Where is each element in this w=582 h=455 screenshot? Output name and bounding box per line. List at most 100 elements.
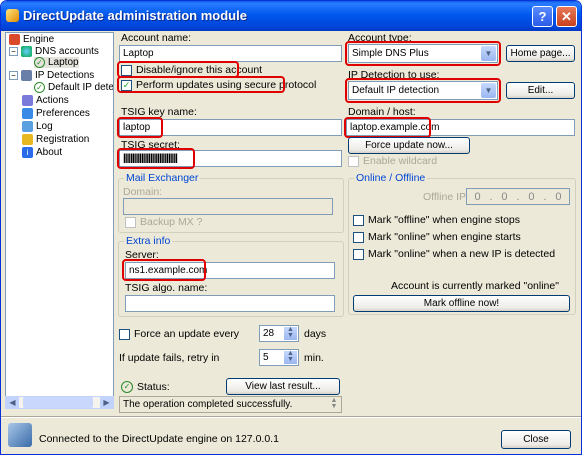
highlight-marker: [117, 76, 285, 93]
mail-domain-input[interactable]: [123, 198, 333, 215]
check-circle-icon: ✓: [34, 82, 45, 93]
scroll-thumb[interactable]: [23, 397, 93, 408]
title-bar[interactable]: DirectUpdate administration module ? ✕: [1, 1, 581, 31]
tree-item-default-ip[interactable]: ✓ Default IP dete: [34, 82, 114, 93]
highlight-marker: [345, 78, 501, 103]
checkbox-box[interactable]: [353, 248, 364, 260]
tree-label: Default IP dete: [48, 82, 114, 93]
spin-arrows-icon: ▲ ▼: [330, 397, 338, 410]
ip-octet: 0: [501, 191, 508, 203]
window-title: DirectUpdate administration module: [23, 8, 247, 23]
stepper-value: 28: [263, 328, 275, 339]
tree-label: Actions: [36, 95, 69, 106]
key-icon: [22, 134, 33, 145]
log-icon: [22, 121, 33, 132]
collapse-icon[interactable]: −: [9, 47, 18, 56]
highlight-marker: [117, 148, 195, 169]
tree-item-log[interactable]: Log: [22, 121, 53, 132]
checkbox-box[interactable]: [125, 216, 136, 228]
ip-octet: 0: [474, 191, 481, 203]
scroll-left-icon[interactable]: ◀: [6, 397, 19, 408]
view-last-result-button[interactable]: View last result...: [226, 378, 340, 395]
checkbox-label: Mark "online" when a new IP is detected: [368, 248, 556, 260]
spin-arrows-icon[interactable]: ▲ ▼: [284, 350, 297, 364]
highlight-marker: [122, 259, 206, 281]
connection-status: Connected to the DirectUpdate engine on …: [39, 433, 279, 445]
tree-item-registration[interactable]: Registration: [22, 134, 89, 145]
account-name-label: Account name:: [121, 32, 192, 44]
status-check-icon: ✓: [121, 381, 133, 393]
checkbox-label: Mark "offline" when engine stops: [368, 214, 521, 226]
enable-wildcard-checkbox[interactable]: Enable wildcard: [348, 155, 437, 167]
check-circle-icon: ✓: [34, 57, 45, 68]
app-icon: [6, 9, 19, 22]
force-days-stepper[interactable]: 28 ▲ ▼: [259, 325, 299, 342]
tree-label: Log: [36, 121, 53, 132]
mark-offline-stop-checkbox[interactable]: Mark "offline" when engine stops: [353, 214, 520, 226]
checkbox-box[interactable]: [348, 155, 359, 167]
tree-item-actions[interactable]: Actions: [22, 95, 69, 106]
tree-item-dns-accounts[interactable]: − DNS accounts: [9, 46, 99, 57]
checkbox-label: Force an update every: [134, 328, 240, 340]
checkbox-label: Backup MX ?: [140, 216, 203, 228]
home-page-button[interactable]: Home page...: [506, 45, 575, 62]
tree-item-engine[interactable]: Engine: [9, 34, 54, 45]
info-icon: i: [22, 147, 33, 158]
force-update-button[interactable]: Force update now...: [348, 137, 470, 154]
retry-minutes-stepper[interactable]: 5 ▲ ▼: [259, 349, 299, 366]
mark-online-start-checkbox[interactable]: Mark "online" when engine starts: [353, 231, 521, 243]
force-update-every-checkbox[interactable]: Force an update every: [119, 328, 239, 340]
status-text: The operation completed successfully. ▲ ▼: [119, 396, 342, 413]
navigation-tree: Engine − DNS accounts ✓ Laptop − IP Detecti…: [5, 32, 114, 409]
tree-label: Registration: [36, 134, 90, 145]
search-icon: [21, 70, 32, 81]
mark-online-newip-checkbox[interactable]: Mark "online" when a new IP is detected: [353, 248, 555, 260]
tsig-algo-input[interactable]: [125, 295, 335, 312]
tree-label: Engine: [23, 34, 55, 45]
backup-mx-checkbox[interactable]: Backup MX ?: [125, 216, 202, 228]
offline-ip-label: Offline IP: [423, 191, 466, 203]
tree-item-laptop[interactable]: ✓ Laptop: [34, 57, 79, 68]
highlight-marker: [344, 117, 431, 138]
footer-separator: [1, 416, 581, 418]
stepper-value: 5: [263, 352, 269, 363]
close-button[interactable]: Close: [501, 430, 571, 449]
offline-ip-input[interactable]: 0. 0. 0. 0: [466, 188, 570, 205]
spin-arrows-icon[interactable]: ▲ ▼: [284, 326, 297, 340]
extra-info-title: Extra info: [124, 235, 173, 247]
account-name-input[interactable]: Laptop: [119, 45, 342, 62]
tsig-algo-label: TSIG algo. name:: [125, 282, 208, 294]
checkbox-box[interactable]: [353, 231, 364, 243]
edit-ip-detection-button[interactable]: Edit...: [506, 82, 575, 99]
globe-icon: [21, 46, 32, 57]
tree-label: Preferences: [36, 108, 90, 119]
tree-label: IP Detections: [35, 70, 95, 81]
tree-label: DNS accounts: [35, 46, 99, 57]
tree-horizontal-scrollbar[interactable]: ◀ ▶: [5, 396, 114, 409]
checkbox-label: Mark "online" when engine starts: [368, 231, 521, 243]
online-offline-title: Online / Offline: [354, 172, 428, 184]
retry-label: If update fails, retry in: [119, 352, 220, 364]
close-window-button[interactable]: ✕: [556, 6, 577, 27]
retry-minutes-unit: min.: [304, 352, 324, 364]
checkbox-box[interactable]: [119, 328, 130, 340]
checkbox-box[interactable]: [353, 214, 364, 226]
highlight-marker: [117, 117, 163, 138]
status-message: The operation completed successfully.: [123, 399, 293, 410]
ip-octet: 0: [555, 191, 562, 203]
help-button[interactable]: ?: [532, 6, 553, 27]
force-days-unit: days: [304, 328, 327, 340]
actions-icon: [22, 95, 33, 106]
collapse-icon[interactable]: −: [9, 71, 18, 80]
tree-item-preferences[interactable]: Preferences: [22, 108, 90, 119]
mark-offline-now-button[interactable]: Mark offline now!: [353, 295, 570, 312]
preferences-icon: [22, 108, 33, 119]
checkbox-label: Enable wildcard: [363, 155, 438, 167]
current-mark-status: Account is currently marked "online": [391, 280, 559, 292]
mail-exchanger-title: Mail Exchanger: [124, 172, 201, 184]
ip-octet: 0: [528, 191, 535, 203]
tree-item-about[interactable]: i About: [22, 147, 62, 158]
network-connection-icon: [8, 423, 32, 447]
tree-item-ip-detections[interactable]: − IP Detections: [9, 70, 94, 81]
scroll-right-icon[interactable]: ▶: [100, 397, 113, 408]
